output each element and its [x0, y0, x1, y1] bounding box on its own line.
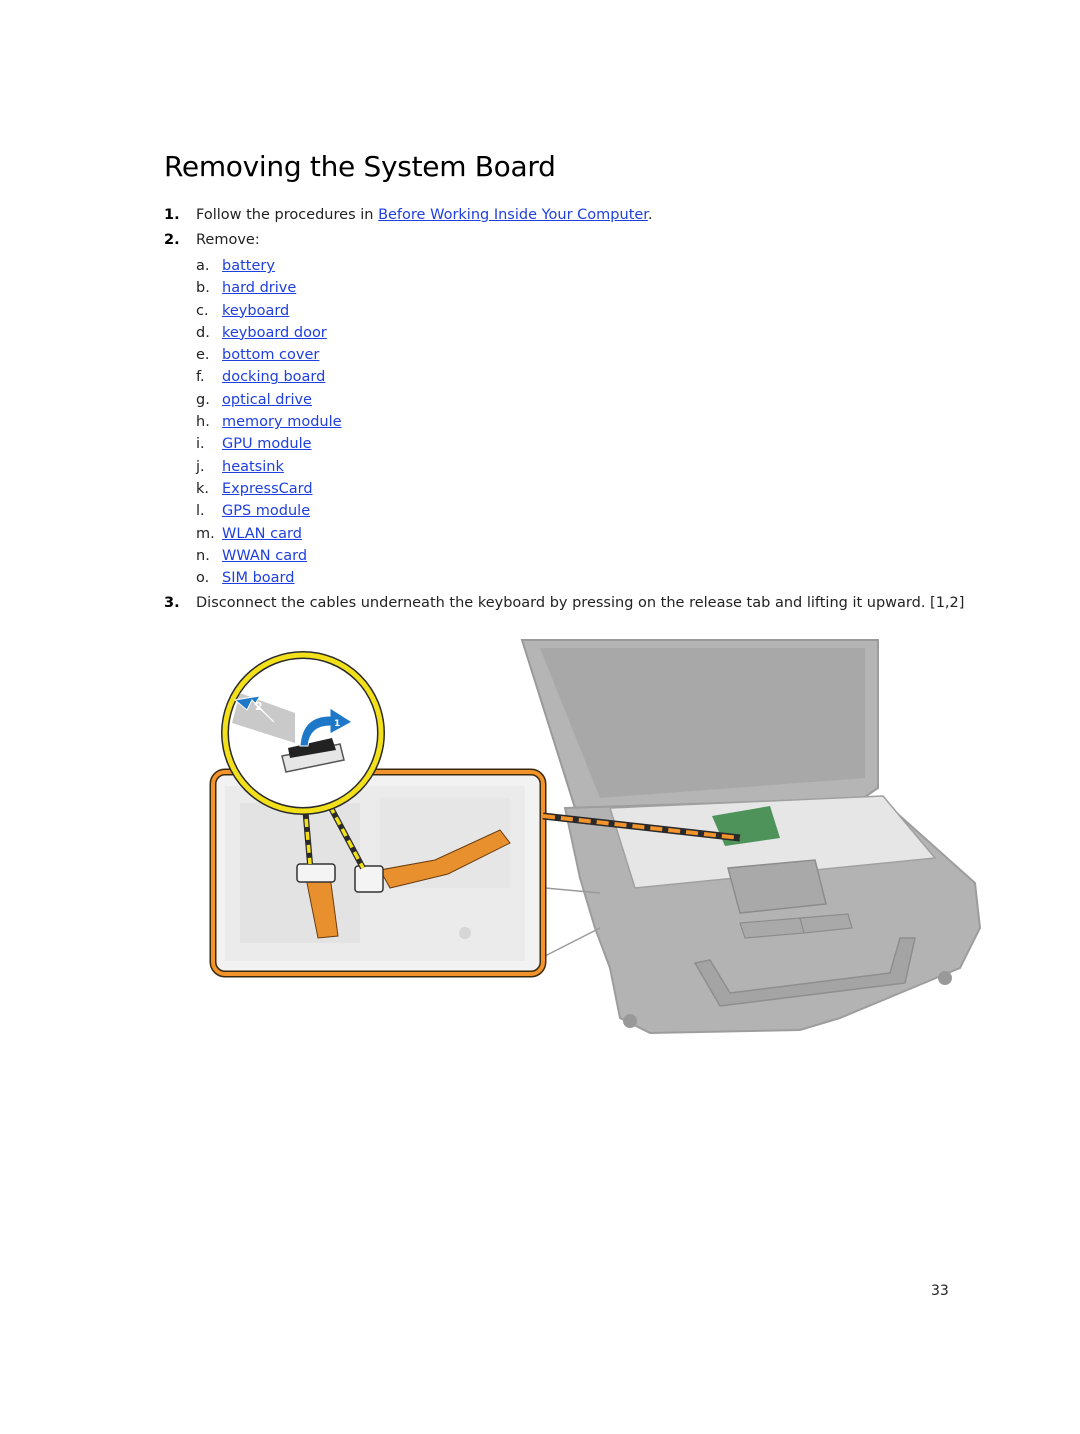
step-text: Remove: [196, 232, 260, 248]
list-letter: m. [196, 525, 215, 542]
gps-module-link[interactable]: GPS module [222, 503, 310, 519]
step-number: 2. [164, 232, 180, 248]
battery-link[interactable]: battery [222, 258, 275, 274]
list-item: k. ExpressCard [196, 478, 342, 500]
page-number: 33 [931, 1283, 949, 1299]
keyboard-link[interactable]: keyboard [222, 303, 289, 319]
list-letter: j. [196, 458, 205, 475]
step-number: 1. [164, 207, 180, 223]
wlan-card-link[interactable]: WLAN card [222, 526, 302, 542]
list-letter: f. [196, 369, 205, 386]
list-item: m. WLAN card [196, 523, 342, 545]
list-letter: a. [196, 258, 210, 274]
heatsink-link[interactable]: heatsink [222, 459, 284, 475]
cable-disconnect-illustration: 2 1 [209, 639, 982, 1035]
list-item: l. GPS module [196, 500, 342, 522]
list-item: g. optical drive [196, 389, 342, 411]
gpu-module-link[interactable]: GPU module [222, 436, 312, 452]
page-title: Removing the System Board [164, 150, 556, 183]
laptop-illustration [520, 639, 982, 1035]
list-letter: c. [196, 302, 209, 319]
step-text: Disconnect the cables underneath the key… [196, 595, 965, 611]
hard-drive-link[interactable]: hard drive [222, 280, 296, 296]
list-letter: g. [196, 391, 210, 408]
list-item: o. SIM board [196, 567, 342, 589]
step-number: 3. [164, 595, 180, 611]
callout-label-2: 2 [255, 700, 263, 713]
list-letter: o. [196, 570, 210, 587]
list-item: h. memory module [196, 411, 342, 433]
list-letter: d. [196, 324, 210, 341]
list-letter: h. [196, 414, 210, 431]
docking-board-link[interactable]: docking board [222, 369, 325, 385]
callout-label-1: 1 [334, 719, 340, 729]
step-text: Follow the procedures in [196, 207, 379, 223]
callout-magnifier: 2 1 [221, 651, 385, 815]
bottom-cover-link[interactable]: bottom cover [222, 347, 319, 363]
memory-module-link[interactable]: memory module [222, 414, 342, 430]
keyboard-door-link[interactable]: keyboard door [222, 325, 327, 341]
removal-list: a. battery b. hard drive c. keyboard d. keyb… [196, 255, 342, 589]
list-letter: i. [196, 436, 205, 453]
step-text-end: . [647, 207, 653, 223]
list-item: b. hard drive [196, 277, 342, 299]
expresscard-link[interactable]: ExpressCard [222, 481, 313, 497]
list-item: e. bottom cover [196, 344, 342, 366]
list-letter: b. [196, 280, 210, 297]
list-item: i. GPU module [196, 433, 342, 455]
step-1: 1. Follow the procedures in Before Workin… [164, 204, 653, 226]
list-item: c. keyboard [196, 300, 342, 322]
list-item: d. keyboard door [196, 322, 342, 344]
sim-board-link[interactable]: SIM board [222, 570, 294, 586]
list-item: n. WWAN card [196, 545, 342, 567]
list-item: f. docking board [196, 366, 342, 388]
list-item: j. heatsink [196, 456, 342, 478]
list-letter: n. [196, 547, 210, 564]
list-item: a. battery [196, 255, 342, 277]
optical-drive-link[interactable]: optical drive [222, 392, 312, 408]
list-letter: e. [196, 347, 210, 364]
wwan-card-link[interactable]: WWAN card [222, 548, 307, 564]
list-letter: l. [196, 503, 205, 520]
list-letter: k. [196, 480, 210, 497]
before-working-inside-link[interactable]: Before Working Inside Your Computer [378, 207, 648, 223]
step-2: 2. Remove: [164, 229, 260, 251]
